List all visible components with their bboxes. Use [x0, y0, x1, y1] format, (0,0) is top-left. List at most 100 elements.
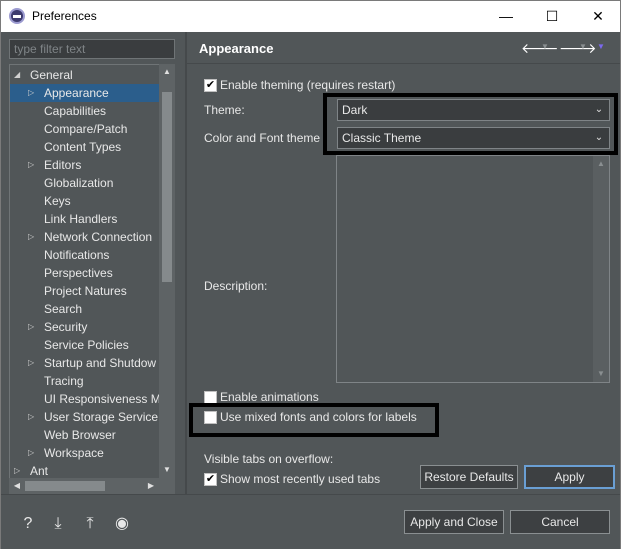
apply-and-close-button[interactable]: Apply and Close: [404, 510, 504, 534]
tree-item[interactable]: Web Browser: [10, 426, 170, 444]
window-title: Preferences: [32, 9, 97, 23]
tree-vertical-scrollbar[interactable]: ▲ ▼: [159, 64, 175, 494]
description-box[interactable]: ▲ ▼: [336, 155, 610, 383]
appearance-page: ✔ Enable theming (requires restart) Them…: [187, 65, 620, 494]
back-dropdown-icon[interactable]: ▼: [541, 42, 549, 51]
enable-theming-label: Enable theming (requires restart): [220, 78, 396, 92]
tree-item-label: General: [30, 68, 73, 82]
description-scrollbar[interactable]: ▲ ▼: [593, 156, 609, 382]
close-button[interactable]: ✕: [575, 1, 621, 32]
eclipse-app-icon: [9, 8, 25, 24]
title-bar: Preferences — ☐ ✕: [0, 0, 621, 32]
theme-label: Theme:: [204, 103, 245, 117]
tree-horizontal-scrollbar[interactable]: ◀ ▶: [9, 478, 159, 494]
preferences-dialog: type filter text ◢ General ▷ Appearance Capa…: [0, 32, 621, 549]
tree-item[interactable]: Service Policies: [10, 336, 170, 354]
tree-item[interactable]: Content Types: [10, 138, 170, 156]
filter-input[interactable]: type filter text: [9, 39, 175, 59]
scroll-up-icon[interactable]: ▲: [593, 156, 609, 172]
show-recent-tabs-checkbox[interactable]: ✔: [204, 473, 217, 486]
view-menu-icon[interactable]: ▼: [597, 42, 605, 51]
apply-button[interactable]: Apply: [524, 465, 615, 489]
tree-item-label: Keys: [44, 194, 71, 208]
export-icon[interactable]: ⤒: [80, 514, 100, 534]
tree-item-label: Workspace: [44, 446, 104, 460]
tree-item[interactable]: Link Handlers: [10, 210, 170, 228]
tree-item[interactable]: Perspectives: [10, 264, 170, 282]
tree-item[interactable]: Keys: [10, 192, 170, 210]
tree-item-label: Startup and Shutdow: [44, 356, 157, 370]
tree-item-label: Appearance: [44, 86, 109, 100]
page-header: Appearance 🡐 ▼ 🡒 ▼ ▼: [187, 32, 620, 64]
collapsed-arrow-icon[interactable]: ▷: [28, 354, 34, 372]
scroll-right-icon[interactable]: ▶: [143, 478, 159, 494]
theme-highlight-frame: [323, 93, 618, 155]
tree-item[interactable]: Capabilities: [10, 102, 170, 120]
tree-item-label: Globalization: [44, 176, 114, 190]
scroll-down-icon[interactable]: ▼: [159, 462, 175, 478]
tree-item-label: Service Policies: [44, 338, 129, 352]
forward-arrow-icon[interactable]: 🡒: [559, 40, 597, 57]
collapsed-arrow-icon[interactable]: ▷: [28, 84, 34, 102]
tree-item[interactable]: UI Responsiveness M: [10, 390, 170, 408]
visible-tabs-label: Visible tabs on overflow:: [204, 452, 334, 466]
tree-item[interactable]: Search: [10, 300, 170, 318]
tree-item[interactable]: ▷ Workspace: [10, 444, 170, 462]
restore-defaults-button[interactable]: Restore Defaults: [420, 465, 518, 489]
tree-item[interactable]: ▷ Appearance: [10, 84, 170, 102]
tree-item[interactable]: Tracing: [10, 372, 170, 390]
cancel-button[interactable]: Cancel: [510, 510, 610, 534]
maximize-button[interactable]: ☐: [529, 1, 575, 32]
bottom-bar: ? ⤓ ⤒ ◉ Apply and Close Cancel: [1, 494, 620, 549]
tree-item[interactable]: ▷ Security: [10, 318, 170, 336]
scroll-thumb[interactable]: [162, 92, 172, 282]
tree-item[interactable]: ▷ Network Connection: [10, 228, 170, 246]
scroll-up-icon[interactable]: ▲: [159, 64, 175, 80]
collapsed-arrow-icon[interactable]: ▷: [28, 156, 34, 174]
minimize-button[interactable]: —: [483, 1, 529, 32]
tree-item-label: Editors: [44, 158, 82, 172]
tree-item-label: Link Handlers: [44, 212, 118, 226]
tree-item[interactable]: ▷ Editors: [10, 156, 170, 174]
tree-item-label: Capabilities: [44, 104, 107, 118]
show-recent-tabs-label: Show most recently used tabs: [220, 472, 381, 486]
tree-item-label: Compare/Patch: [44, 122, 128, 136]
tree-item[interactable]: Notifications: [10, 246, 170, 264]
tree-item[interactable]: Project Natures: [10, 282, 170, 300]
enable-animations-label: Enable animations: [220, 390, 319, 404]
scroll-left-icon[interactable]: ◀: [9, 478, 25, 494]
tree-item-label: Web Browser: [44, 428, 116, 442]
tree-item[interactable]: ▷ User Storage Service: [10, 408, 170, 426]
tree-item[interactable]: Globalization: [10, 174, 170, 192]
collapsed-arrow-icon[interactable]: ▷: [28, 228, 34, 246]
enable-theming-checkbox[interactable]: ✔: [204, 79, 217, 92]
tree-item-label: Security: [44, 320, 88, 334]
tree-item-label: UI Responsiveness M: [44, 392, 161, 406]
collapsed-arrow-icon[interactable]: ▷: [28, 444, 34, 462]
help-icon[interactable]: ?: [18, 514, 38, 534]
tree-item-label: Search: [44, 302, 83, 316]
tree-item-label: Content Types: [44, 140, 122, 154]
expanded-arrow-icon[interactable]: ◢: [14, 66, 20, 84]
forward-dropdown-icon[interactable]: ▼: [579, 42, 587, 51]
tree-item[interactable]: ◢ General: [10, 66, 170, 84]
tree-item[interactable]: ▷ Startup and Shutdow: [10, 354, 170, 372]
tree-item-label: Perspectives: [44, 266, 113, 280]
tree-item-label: User Storage Service: [44, 410, 159, 424]
collapsed-arrow-icon[interactable]: ▷: [28, 408, 34, 426]
record-icon[interactable]: ◉: [112, 514, 132, 534]
import-icon[interactable]: ⤓: [48, 514, 68, 534]
collapsed-arrow-icon[interactable]: ▷: [28, 318, 34, 336]
tree-item-label: Project Natures: [44, 284, 127, 298]
mixed-fonts-highlight-frame: [189, 403, 439, 437]
tree-item-label: Network Connection: [44, 230, 153, 244]
scroll-down-icon[interactable]: ▼: [593, 366, 609, 382]
color-font-theme-label: Color and Font theme: [204, 131, 321, 145]
hscroll-thumb[interactable]: [25, 481, 105, 491]
description-label: Description:: [204, 279, 268, 293]
back-arrow-icon[interactable]: 🡐: [521, 40, 559, 57]
tree-item[interactable]: Compare/Patch: [10, 120, 170, 138]
tree-item-label: Tracing: [44, 374, 84, 388]
tree-item-label: Notifications: [44, 248, 110, 262]
preferences-tree: ◢ General ▷ Appearance Capabilities Compare/P…: [9, 64, 175, 494]
